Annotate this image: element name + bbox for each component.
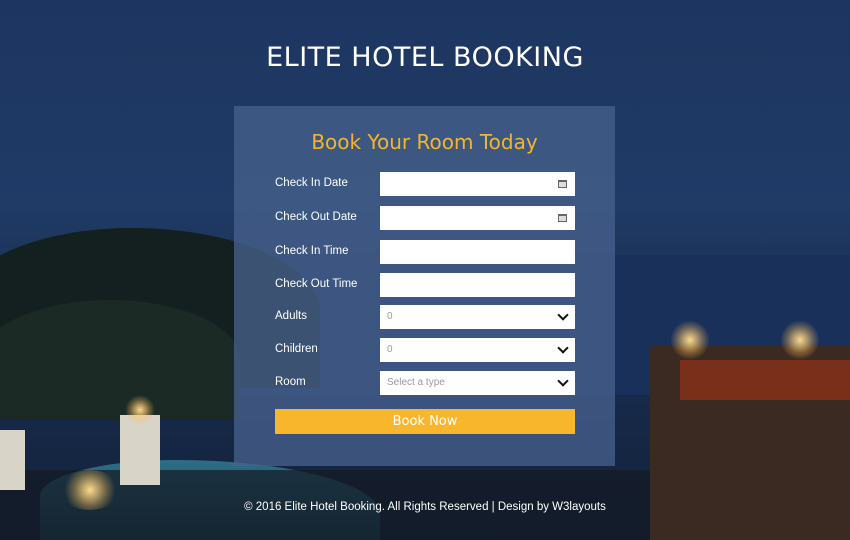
children-row: Children 0	[275, 338, 575, 362]
lamp-tower	[0, 430, 25, 490]
check-in-time-input[interactable]	[380, 240, 575, 264]
check-out-time-label: Check Out Time	[275, 278, 358, 290]
check-out-time-row: Check Out Time	[275, 273, 575, 297]
room-type-select[interactable]: Select a type	[380, 371, 575, 395]
adults-label: Adults	[275, 310, 307, 322]
check-out-date-input[interactable]	[380, 206, 575, 230]
calendar-icon[interactable]	[558, 180, 567, 188]
hillside-lower	[0, 300, 240, 420]
check-in-time-label: Check In Time	[275, 245, 349, 257]
form-heading: Book Your Room Today	[311, 130, 538, 154]
check-in-time-row: Check In Time	[275, 240, 575, 264]
book-now-button[interactable]: Book Now	[275, 409, 575, 434]
footer-text: © 2016 Elite Hotel Booking. All Rights R…	[244, 501, 606, 513]
lantern-light	[780, 320, 820, 360]
room-type-select-value: Select a type	[387, 377, 445, 388]
check-out-date-label: Check Out Date	[275, 211, 357, 223]
calendar-icon[interactable]	[558, 214, 567, 222]
booking-form: Book Your Room Today Check In Date Check…	[234, 106, 615, 466]
check-in-date-label: Check In Date	[275, 177, 348, 189]
balcony-railing	[680, 360, 850, 400]
adults-select[interactable]: 0	[380, 305, 575, 329]
room-row: Room Select a type	[275, 371, 575, 395]
check-out-time-input[interactable]	[380, 273, 575, 297]
chevron-down-icon	[557, 309, 569, 321]
page-title: ELITE HOTEL BOOKING	[266, 42, 584, 73]
lamp-tower	[120, 415, 160, 485]
children-select[interactable]: 0	[380, 338, 575, 362]
chevron-down-icon	[557, 342, 569, 354]
check-out-date-row: Check Out Date	[275, 206, 575, 230]
children-label: Children	[275, 343, 318, 355]
check-in-date-row: Check In Date	[275, 172, 575, 196]
check-in-date-input[interactable]	[380, 172, 575, 196]
chevron-down-icon	[557, 375, 569, 387]
lantern-light	[125, 395, 155, 425]
adults-row: Adults 0	[275, 305, 575, 329]
lantern-light	[670, 320, 710, 360]
adults-select-value: 0	[387, 311, 393, 322]
children-select-value: 0	[387, 344, 393, 355]
room-label: Room	[275, 376, 306, 388]
